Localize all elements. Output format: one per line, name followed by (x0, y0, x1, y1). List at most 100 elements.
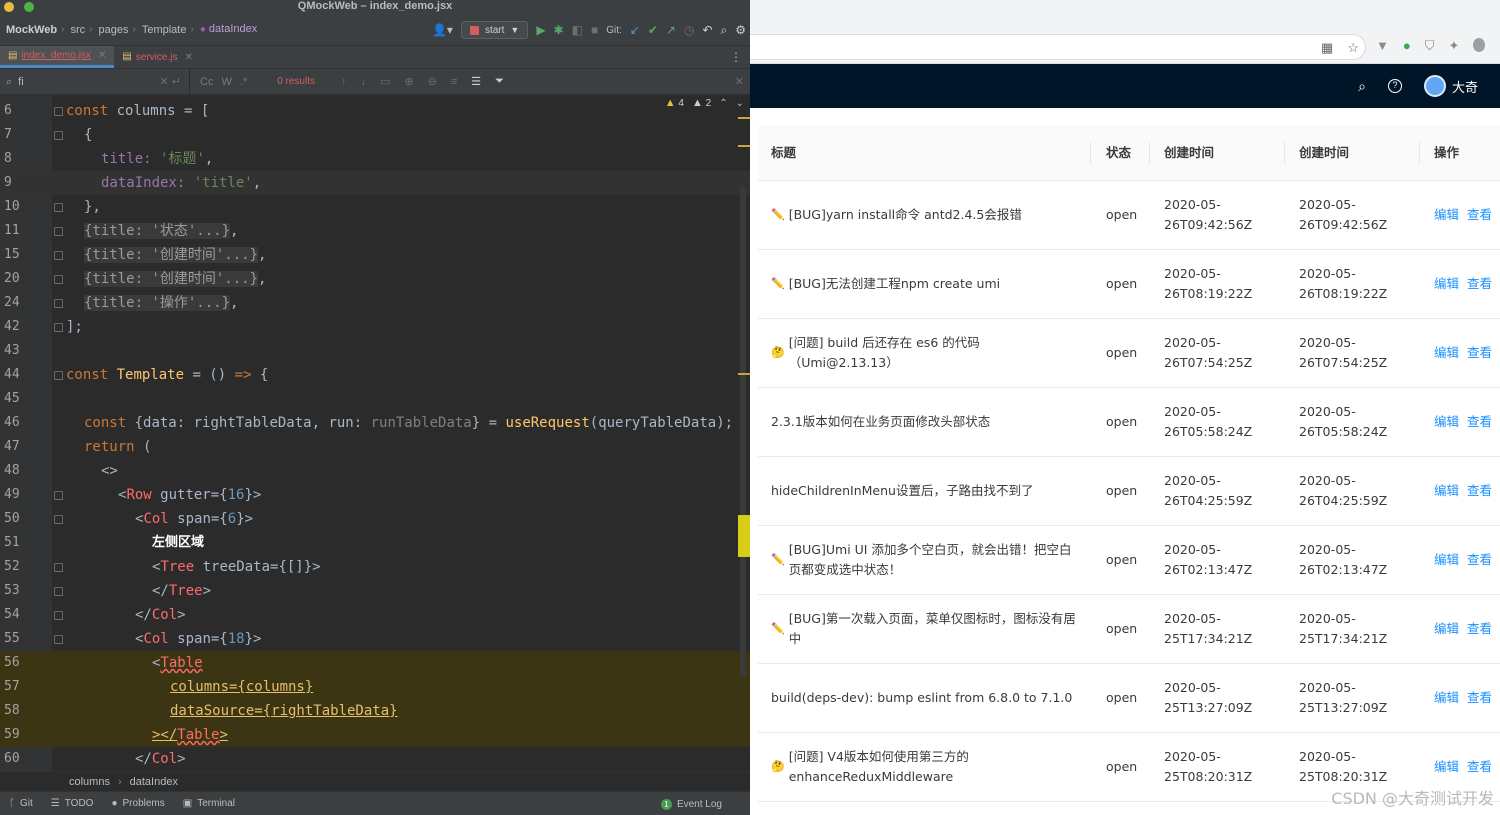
fold-toggle-icon[interactable] (54, 515, 63, 524)
minimize-window-button[interactable] (4, 2, 14, 12)
code-line[interactable]: 49 <Row gutter={16}> (0, 483, 750, 507)
edit-link[interactable]: 编辑 (1434, 274, 1459, 294)
code-line-highlighted[interactable]: 59 ></Table> (0, 723, 750, 747)
edit-link[interactable]: 编辑 (1434, 619, 1459, 639)
inspection-widget[interactable]: ▲ 4 ▲ 2 ⌃ ⌄ (665, 97, 744, 109)
edit-link[interactable]: 编辑 (1434, 205, 1459, 225)
fold-toggle-icon[interactable] (54, 491, 63, 500)
more-tabs-icon[interactable]: ⋮ (730, 50, 742, 64)
folded-region[interactable]: {title: '操作'...} (84, 295, 231, 311)
gear-icon[interactable]: ⚙ (735, 23, 746, 37)
code-line[interactable]: 44 const Template = () => { (0, 363, 750, 387)
search-icon[interactable]: ⌕ (1358, 78, 1366, 95)
code-line-highlighted[interactable]: 56 <Table (0, 651, 750, 675)
table-row[interactable]: 2.3.1版本如何在业务页面修改头部状态 open 2020-05- 26T05:58… (758, 388, 1500, 457)
git-tool-button[interactable]: ᚴ Git (0, 798, 42, 809)
code-line-highlighted[interactable]: 57 columns={columns} (0, 675, 750, 699)
previous-highlight-icon[interactable]: ⌃ (719, 98, 727, 109)
breadcrumb-dataindex[interactable]: ● dataIndex (196, 23, 261, 37)
breadcrumb-src[interactable]: src (66, 24, 89, 36)
folded-region[interactable]: {title: '状态'...} (84, 223, 231, 239)
fold-toggle-icon[interactable] (54, 635, 63, 644)
tab-index-demo[interactable]: ▤ index_demo.jsx ✕ (0, 46, 115, 68)
match-case-toggle[interactable]: Cc (200, 76, 213, 88)
event-log-button[interactable]: 1 Event Log (660, 792, 722, 815)
code-line[interactable]: 52 <Tree treeData={[]}> (0, 555, 750, 579)
view-link[interactable]: 查看 (1467, 343, 1492, 363)
code-line[interactable]: 7{ (0, 123, 750, 147)
tab-service[interactable]: ▤ service.js ✕ (114, 46, 201, 68)
code-breadcrumb-columns[interactable]: columns (69, 776, 110, 788)
view-link[interactable]: 查看 (1467, 688, 1492, 708)
fold-toggle-icon[interactable] (54, 107, 63, 116)
table-row[interactable]: ✏️ [BUG]第一次载入页面，菜单仅图标时，图标没有居中 open 2020-05-… (758, 595, 1500, 664)
column-header-state[interactable]: 状态 (1106, 125, 1131, 181)
debug-icon[interactable]: ✱ (554, 23, 564, 37)
view-link[interactable]: 查看 (1467, 619, 1492, 639)
view-link[interactable]: 查看 (1467, 550, 1492, 570)
table-row[interactable]: ✏️ [BUG]无法创建工程npm create umi open 2020-05- 2… (758, 250, 1500, 319)
apps-grid-icon[interactable]: ▦ (1321, 40, 1333, 56)
rollback-icon[interactable]: ↶ (702, 23, 712, 37)
error-stripe-marker[interactable] (738, 117, 750, 119)
previous-match-icon[interactable]: ↑ (341, 76, 347, 88)
address-bar[interactable]: ▦ ☆ (750, 34, 1366, 60)
code-line[interactable]: 53 </Tree> (0, 579, 750, 603)
shield-extension-icon[interactable]: ⛉ (1425, 38, 1435, 54)
vertical-scrollbar[interactable] (740, 187, 746, 677)
stop-icon[interactable]: ■ (591, 23, 598, 37)
wrap-icon[interactable]: ☰ (471, 75, 481, 88)
git-push-icon[interactable]: ↗ (666, 23, 676, 37)
fold-toggle-icon[interactable] (54, 251, 63, 260)
error-stripe-marker[interactable] (738, 373, 750, 375)
close-icon[interactable]: ✕ (184, 52, 192, 63)
code-line[interactable]: 47 return ( (0, 435, 750, 459)
next-match-icon[interactable]: ↓ (360, 76, 366, 88)
whole-word-toggle[interactable]: W (221, 76, 231, 88)
folded-region[interactable]: {title: '创建时间'...} (84, 247, 259, 263)
maximize-window-button[interactable] (24, 2, 34, 12)
code-line[interactable]: 11 {title: '状态'...}, (0, 219, 750, 243)
code-line[interactable]: 8 title: '标题', (0, 147, 750, 171)
code-line-highlighted[interactable]: 58 dataSource={rightTableData} (0, 699, 750, 723)
code-editor[interactable]: 6 const columns = [ 7{ 8 title: '标题', 9 dat… (0, 95, 750, 771)
code-line[interactable]: 54 </Col> (0, 603, 750, 627)
column-header-created[interactable]: 创建时间 (1299, 125, 1349, 181)
filter-icon[interactable]: ⏷ (495, 75, 504, 88)
code-line-current[interactable]: 9 dataIndex: 'title', (0, 171, 750, 195)
select-all-icon[interactable]: ▭ (380, 75, 390, 88)
edit-link[interactable]: 编辑 (1434, 343, 1459, 363)
profile-avatar[interactable] (1473, 38, 1486, 52)
user-menu[interactable]: 大奇 (1423, 75, 1478, 97)
find-input[interactable]: ⌕ fi ✕ ↵ (0, 68, 190, 95)
code-line[interactable]: 6 const columns = [ (0, 99, 750, 123)
fold-toggle-icon[interactable] (54, 587, 63, 596)
code-line[interactable]: 45 (0, 387, 750, 411)
add-occurrence-icon[interactable]: ⊕ (404, 75, 413, 88)
breadcrumb-project[interactable]: MockWeb (2, 24, 61, 36)
git-commit-icon[interactable]: ✔ (648, 23, 658, 37)
fold-toggle-icon[interactable] (54, 227, 63, 236)
regex-history-icon[interactable]: ✕ ↵ (160, 75, 182, 88)
edit-link[interactable]: 编辑 (1434, 550, 1459, 570)
current-position-marker[interactable] (738, 515, 750, 557)
edit-link[interactable]: 编辑 (1434, 412, 1459, 432)
table-row[interactable]: hideChildrenInMenu设置后，子路由找不到了 open 2020-05… (758, 457, 1500, 526)
close-icon[interactable]: ✕ (98, 50, 106, 61)
code-line[interactable]: 42]; (0, 315, 750, 339)
git-update-icon[interactable]: ↙ (630, 23, 640, 37)
select-occurrences-icon[interactable]: ≡ (451, 76, 457, 88)
code-line[interactable]: 43 (0, 339, 750, 363)
column-header-title[interactable]: 标题 (771, 125, 796, 181)
edit-link[interactable]: 编辑 (1434, 481, 1459, 501)
puzzle-extensions-icon[interactable]: ✦ (1449, 38, 1460, 54)
coverage-icon[interactable]: ◧ (572, 23, 583, 37)
fold-toggle-icon[interactable] (54, 203, 63, 212)
run-icon[interactable]: ▶ (536, 23, 545, 37)
code-line[interactable]: 15 {title: '创建时间'...}, (0, 243, 750, 267)
error-stripe-marker[interactable] (738, 145, 750, 147)
remove-occurrence-icon[interactable]: ⊖ (428, 75, 437, 88)
code-line[interactable]: 50 <Col span={6}> (0, 507, 750, 531)
code-line[interactable]: 51 左侧区域 (0, 531, 750, 555)
code-line[interactable]: 24 {title: '操作'...}, (0, 291, 750, 315)
